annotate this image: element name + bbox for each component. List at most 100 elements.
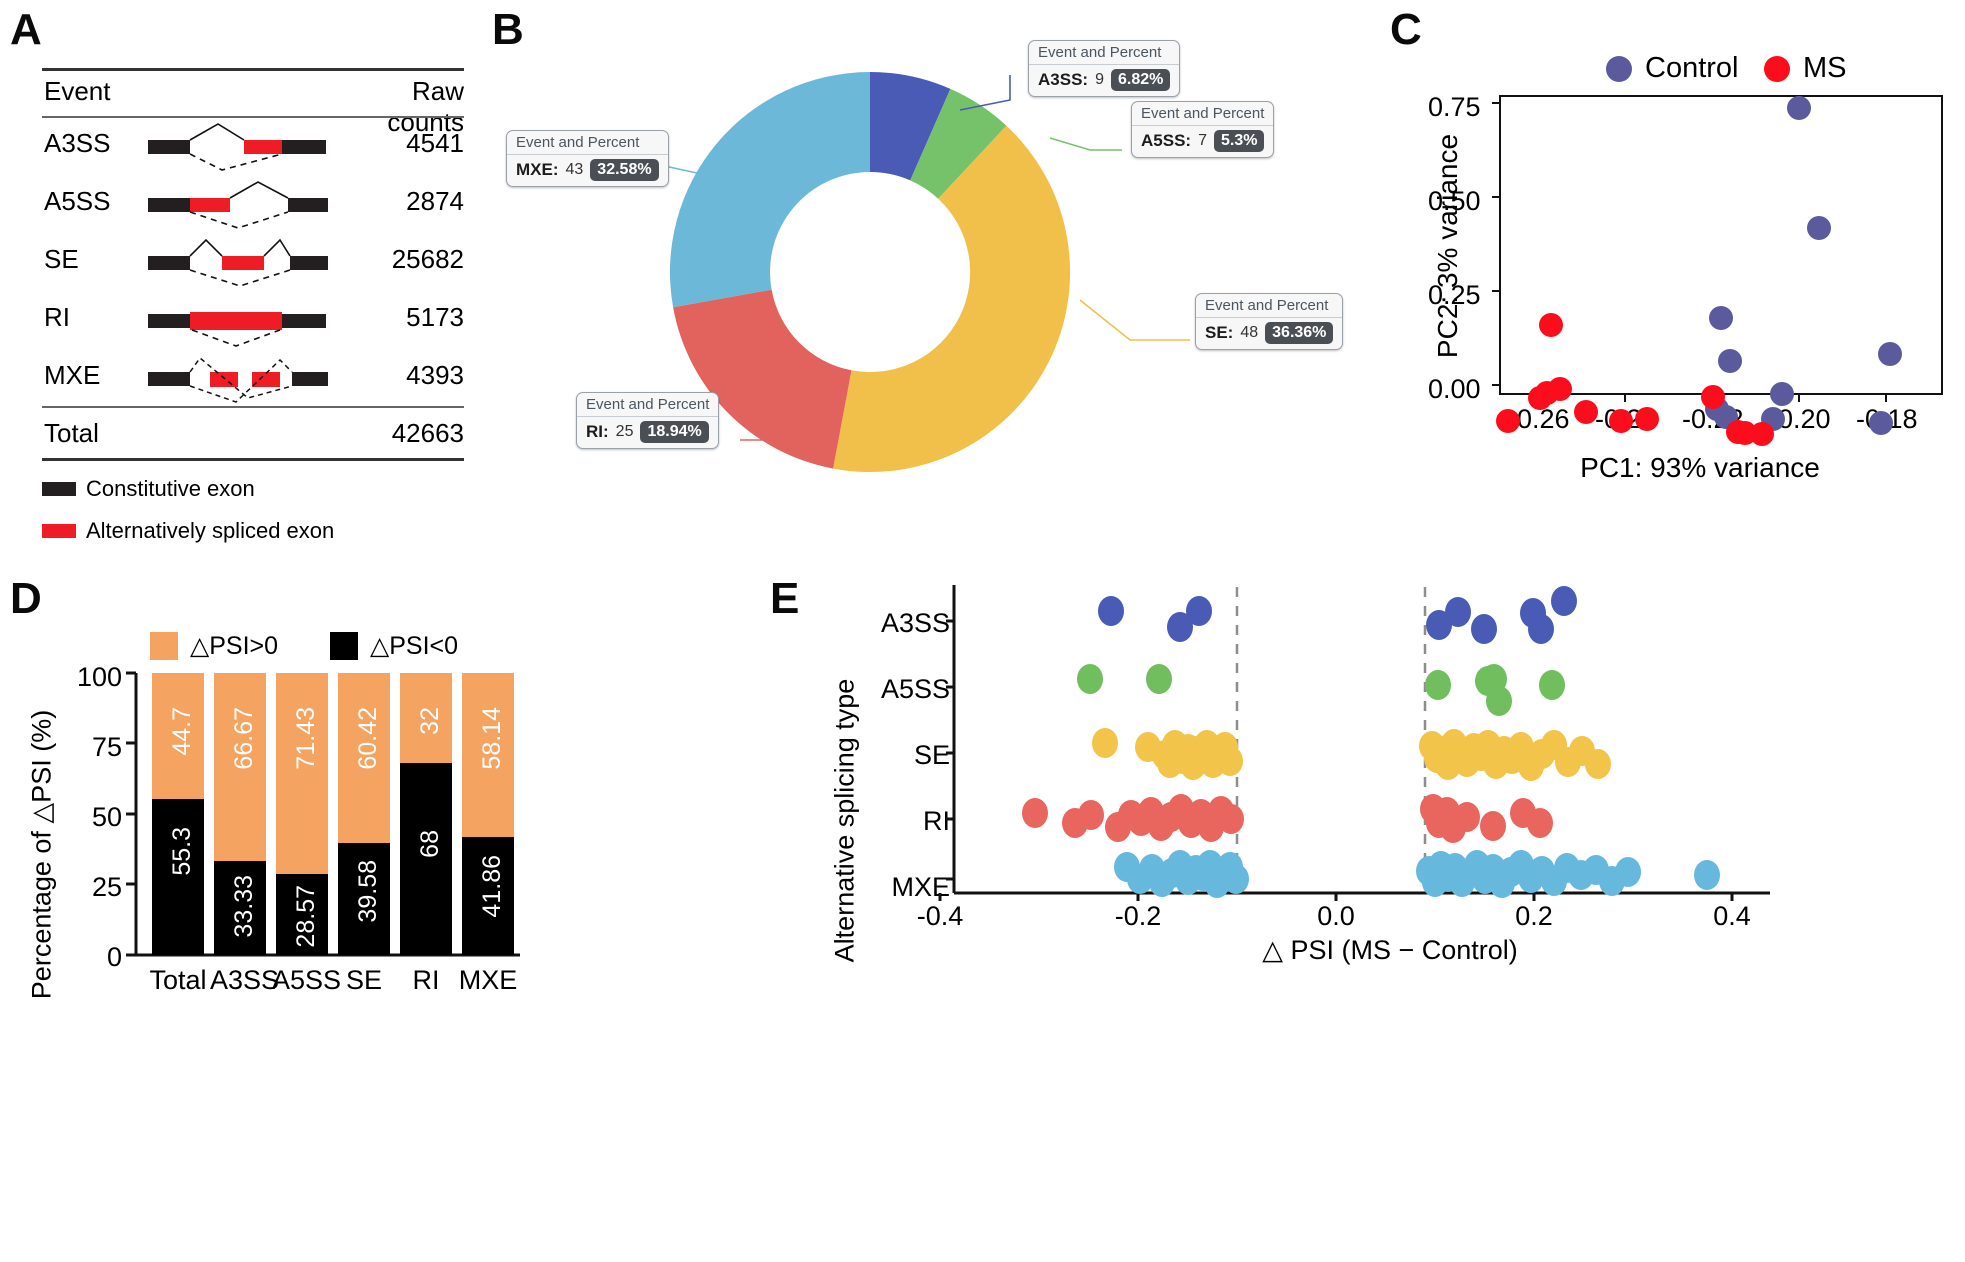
bar-value-label: 66.67	[230, 707, 258, 770]
ri-diagram	[148, 312, 326, 347]
tooltip-event-percent: 18.94%	[640, 421, 709, 443]
strip-ri[interactable]	[1022, 794, 1553, 843]
tooltip-mxe[interactable]: Event and Percent MXE: 43 32.58%	[506, 130, 669, 187]
row-count: 25682	[391, 244, 464, 274]
total-count: 42663	[391, 418, 464, 448]
panel-a-letter: A	[10, 5, 42, 54]
xtick-label: Total	[149, 965, 207, 995]
xtick-label: SE	[345, 965, 383, 995]
panel-b-donut-chart: B Event and Percent A3SS: 9 6.82% Event …	[490, 0, 1390, 520]
control-point[interactable]	[1878, 342, 1902, 366]
panel-a-table: A Event Raw counts A3SS 4541 A5SS 2874 S…	[0, 0, 500, 543]
tooltip-event-name: RI:	[586, 422, 609, 441]
a3ss-diagram	[148, 123, 326, 171]
row-label: MXE	[44, 360, 101, 390]
bar-value-label: 41.86	[478, 855, 506, 918]
table-total-rule	[42, 406, 464, 408]
row-label: SE	[44, 244, 79, 274]
control-point[interactable]	[1869, 411, 1893, 435]
control-point[interactable]	[1718, 349, 1742, 373]
row-count: 5173	[406, 302, 464, 332]
row-count: 2874	[406, 186, 464, 216]
xtick-label: A3SS	[210, 965, 280, 995]
legend-label: Alternatively spliced exon	[86, 518, 335, 543]
row-count: 4541	[406, 128, 464, 158]
ms-point[interactable]	[1496, 409, 1520, 433]
constitutive-exon-swatch	[42, 482, 76, 496]
control-point[interactable]	[1807, 216, 1831, 240]
tooltip-header: Event and Percent	[507, 131, 668, 155]
legend-label: Constitutive exon	[86, 476, 255, 501]
legend-alt-spliced-exon: Alternatively spliced exon	[42, 518, 334, 544]
tooltip-event-count: 7	[1198, 132, 1207, 149]
ms-point[interactable]	[1609, 409, 1633, 433]
tooltip-event-percent: 32.58%	[590, 159, 659, 181]
tooltip-event-count: 48	[1240, 324, 1259, 341]
tooltip-event-name: MXE:	[516, 160, 559, 179]
bar-value-label: 68	[416, 830, 444, 858]
bar-value-label: 32	[416, 707, 444, 735]
tooltip-event-name: SE:	[1205, 323, 1234, 342]
strip-se[interactable]	[1092, 728, 1611, 781]
se-diagram	[148, 238, 328, 287]
tooltip-event-percent: 6.82%	[1110, 69, 1171, 91]
bar-value-label: 33.33	[230, 875, 258, 938]
tooltip-event-name: A5SS:	[1141, 131, 1192, 150]
tooltip-a5ss[interactable]: Event and Percent A5SS: 7 5.3%	[1131, 101, 1275, 158]
row-label: A3SS	[44, 128, 111, 158]
bar-value-label: 55.3	[168, 827, 196, 876]
control-point[interactable]	[1770, 382, 1794, 406]
tooltip-event-count: 9	[1095, 71, 1104, 88]
bar-value-label: 39.58	[354, 860, 382, 923]
table-top-rule	[42, 68, 464, 71]
ms-point[interactable]	[1539, 313, 1563, 337]
tooltip-header: Event and Percent	[1029, 41, 1180, 65]
tooltip-event-percent: 36.36%	[1265, 322, 1334, 344]
mxe-diagram	[148, 356, 328, 403]
tooltip-a3ss[interactable]: Event and Percent A3SS: 9 6.82%	[1028, 40, 1181, 97]
xtick-label: A5SS	[272, 965, 342, 995]
tooltip-header: Event and Percent	[577, 393, 719, 417]
xtick-label: RI	[412, 965, 440, 995]
tooltip-event-name: A3SS:	[1038, 70, 1089, 89]
strip-a3ss[interactable]	[1098, 586, 1577, 644]
header-event: Event	[44, 76, 111, 106]
a5ss-diagram	[148, 181, 328, 229]
tooltip-header: Event and Percent	[1196, 294, 1343, 318]
bar-value-label: 44.7	[168, 707, 196, 756]
tooltip-ri[interactable]: Event and Percent RI: 25 18.94%	[576, 392, 720, 449]
table-header-rule	[42, 116, 464, 118]
tooltip-event-count: 25	[615, 423, 634, 440]
panel-c-pca-scatter: C Control MS PC2: 3% variance PC1: 93% v…	[1390, 0, 1965, 520]
tooltip-event-percent: 5.3%	[1213, 130, 1265, 152]
strip-mxe[interactable]	[1114, 850, 1720, 898]
total-label: Total	[44, 418, 99, 448]
row-label: A5SS	[44, 186, 111, 216]
xtick-label: MXE	[458, 965, 518, 995]
table-bottom-rule	[42, 458, 464, 461]
bar-value-label: 58.14	[478, 707, 506, 770]
ms-point[interactable]	[1528, 386, 1552, 410]
panel-d-stacked-bar-chart: D △PSI>0 △PSI<0 Percentage of △PSI (%) 1…	[0, 555, 540, 1262]
row-count: 4393	[406, 360, 464, 390]
bar-value-label: 60.42	[354, 707, 382, 770]
ms-point[interactable]	[1635, 407, 1659, 431]
row-label: RI	[44, 302, 70, 332]
ms-point[interactable]	[1750, 422, 1774, 446]
legend-constitutive-exon: Constitutive exon	[42, 476, 255, 502]
alt-spliced-exon-swatch	[42, 524, 76, 538]
strip-a5ss[interactable]	[1077, 664, 1565, 716]
panel-c-plot-area	[1492, 95, 1943, 446]
panel-e-plot-area	[938, 585, 1770, 901]
tooltip-header: Event and Percent	[1132, 102, 1274, 126]
control-point[interactable]	[1709, 306, 1733, 330]
panel-e-strip-plot: E Alternative splicing type △ PSI (MS − …	[760, 555, 1965, 1262]
ms-point[interactable]	[1574, 400, 1598, 424]
bar-value-label: 28.57	[292, 885, 320, 948]
ms-point[interactable]	[1701, 385, 1725, 409]
bar-value-label: 71.43	[292, 707, 320, 770]
tooltip-se[interactable]: Event and Percent SE: 48 36.36%	[1195, 293, 1344, 350]
tooltip-event-count: 43	[565, 161, 584, 178]
panel-d-plot-area	[126, 671, 520, 957]
control-point[interactable]	[1787, 96, 1811, 120]
